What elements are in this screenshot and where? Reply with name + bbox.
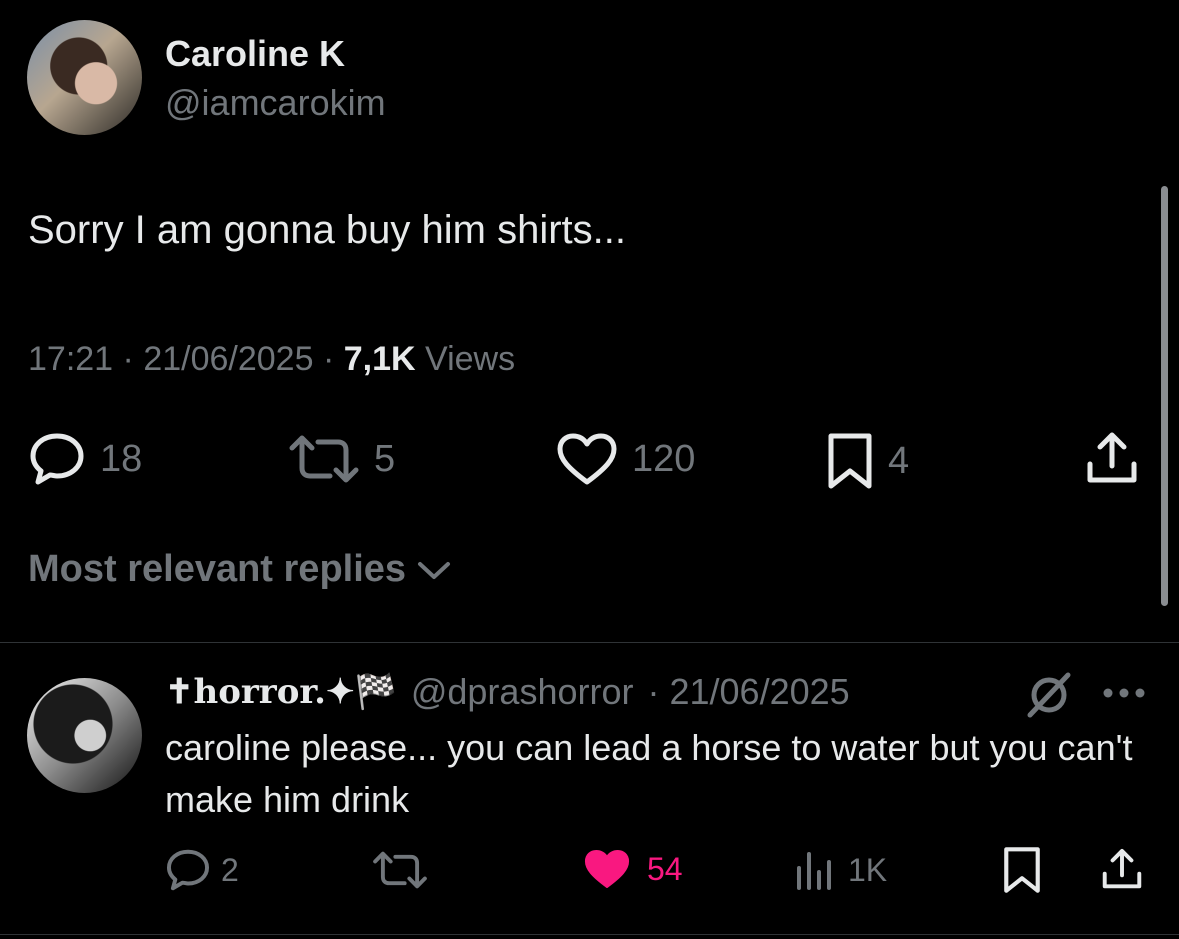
tweet-meta: 17:21 · 21/06/2025 · 7,1K Views (28, 340, 515, 379)
chevron-down-icon (418, 561, 451, 579)
grok-icon[interactable] (1024, 670, 1074, 720)
divider (0, 642, 1179, 643)
repost-count: 5 (374, 437, 396, 480)
reply-like-button[interactable]: 54 (583, 848, 683, 890)
meta-separator: · (322, 340, 335, 378)
repost-icon (289, 435, 359, 483)
reply-button[interactable]: 18 (28, 432, 142, 486)
reply-header: ✝horror.✦🏁 @dprashorror · 21/06/2025 (165, 671, 850, 713)
bookmark-icon (1004, 847, 1040, 893)
reply-author-handle[interactable]: @dprashorror (411, 671, 634, 713)
reply-text: caroline please... you can lead a horse … (165, 727, 1133, 820)
bookmark-icon (828, 433, 872, 489)
heart-filled-icon (584, 850, 630, 888)
replies-sort-dropdown[interactable]: Most relevant replies (28, 548, 452, 591)
tweet-text: Sorry I am gonna buy him shirts... (28, 208, 627, 252)
share-icon (1102, 848, 1142, 889)
reply-author-display-name[interactable]: ✝horror.✦🏁 (165, 672, 397, 712)
reply-bookmark-button[interactable] (1002, 846, 1042, 894)
bookmark-button[interactable]: 4 (826, 432, 909, 490)
reply-share-button[interactable] (1100, 846, 1144, 892)
author-avatar[interactable] (27, 20, 142, 135)
views-label: Views (425, 340, 516, 378)
reply-views-count: 1K (848, 851, 888, 888)
meta-separator: · (122, 340, 134, 378)
repost-icon (373, 851, 427, 889)
more-options-icon[interactable] (1100, 685, 1148, 701)
heart-icon (557, 433, 617, 485)
author-display-name[interactable]: Caroline K (165, 33, 345, 75)
reply-reply-button[interactable]: 2 (165, 848, 239, 892)
bookmark-count: 4 (888, 439, 910, 482)
replies-sort-label: Most relevant replies (28, 548, 407, 590)
scrollbar[interactable] (1161, 186, 1168, 606)
tweet-time[interactable]: 17:21 (28, 340, 113, 378)
analytics-icon (797, 852, 831, 890)
like-button[interactable]: 120 (556, 432, 695, 486)
reply-author-avatar[interactable] (27, 678, 142, 793)
repost-button[interactable]: 5 (288, 432, 395, 486)
share-icon (1087, 432, 1137, 483)
reply-count: 18 (100, 437, 143, 480)
reply-like-count: 54 (647, 850, 683, 887)
share-button[interactable] (1084, 430, 1140, 486)
like-count: 120 (632, 437, 696, 480)
views-count[interactable]: 7,1K (344, 340, 416, 378)
reply-repost-button[interactable] (372, 848, 428, 892)
reply-date[interactable]: · 21/06/2025 (647, 671, 849, 713)
reply-views-button[interactable]: 1K (794, 848, 887, 892)
author-handle[interactable]: @iamcarokim (165, 82, 386, 124)
tweet-date[interactable]: 21/06/2025 (143, 340, 313, 378)
reply-reply-count: 2 (221, 851, 239, 888)
reply-icon (166, 849, 210, 891)
divider (0, 934, 1179, 935)
reply-icon (30, 433, 84, 485)
